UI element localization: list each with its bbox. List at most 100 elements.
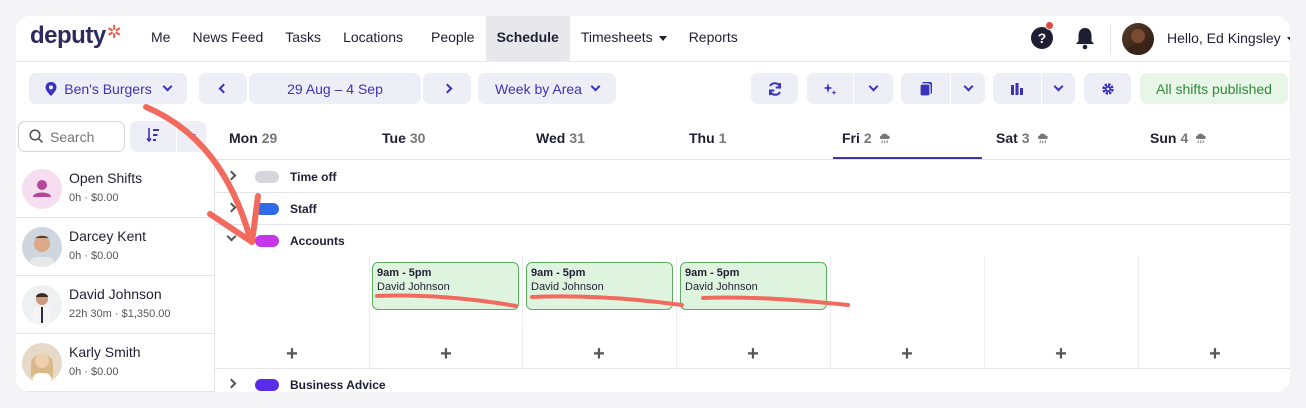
refresh-button[interactable] (751, 73, 798, 104)
avatar (22, 343, 62, 383)
shift-card[interactable]: 9am - 5pm David Johnson (372, 262, 519, 310)
next-week-button[interactable] (423, 73, 471, 104)
chevron-right-icon[interactable] (226, 170, 237, 181)
user-avatar[interactable] (1122, 23, 1154, 55)
add-shift-button[interactable]: + (1208, 344, 1222, 364)
day-number: 1 (718, 130, 727, 146)
day-number: 4 (1180, 130, 1189, 146)
nav-item-reports[interactable]: Reports (678, 16, 749, 62)
chevron-down-icon (590, 81, 601, 92)
deputy-logo[interactable]: deputy ✲ (30, 22, 122, 50)
publish-status[interactable]: All shifts published (1140, 73, 1288, 104)
app-window: deputy ✲ Me News Feed Tasks Locations Pe… (16, 16, 1290, 392)
day-header-wed[interactable]: Wed 31 (536, 130, 585, 146)
day-header-tue[interactable]: Tue 30 (382, 130, 425, 146)
add-shift-button[interactable]: + (1054, 344, 1068, 364)
sort-button[interactable] (130, 121, 206, 152)
day-header-sat[interactable]: Sat 3 (996, 130, 1050, 146)
area-row-business-advice[interactable]: Business Advice (215, 369, 1290, 392)
rain-cloud-icon (1037, 133, 1048, 144)
avatar (22, 227, 62, 267)
day-header-mon[interactable]: Mon 29 (229, 130, 277, 146)
chevron-down-icon (162, 81, 173, 92)
shift-card[interactable]: 9am - 5pm David Johnson (526, 262, 673, 310)
chevron-right-icon[interactable] (226, 202, 237, 213)
view-selector[interactable]: Week by Area (478, 73, 616, 104)
help-glyph: ? (1037, 30, 1047, 46)
employee-summary: 0h · $0.00 (69, 250, 119, 262)
day-header-sun[interactable]: Sun 4 (1150, 130, 1208, 146)
day-name: Mon (229, 130, 258, 146)
publish-status-label: All shifts published (1156, 80, 1272, 97)
prev-week-button[interactable] (199, 73, 247, 104)
rain-cloud-icon (1196, 133, 1207, 144)
day-column-divider (984, 256, 985, 368)
copy-icon (918, 81, 932, 97)
day-number: 31 (569, 130, 585, 146)
day-column-divider (676, 256, 677, 368)
settings-button[interactable] (1084, 73, 1131, 104)
day-name: Thu (689, 130, 715, 146)
date-range[interactable]: 29 Aug – 4 Sep (249, 73, 421, 104)
sort-icon[interactable] (130, 127, 176, 146)
nav-item-tasks[interactable]: Tasks (274, 16, 332, 62)
add-shift-button[interactable]: + (746, 344, 760, 364)
nav-item-me[interactable]: Me (140, 16, 181, 62)
auto-schedule-button[interactable] (807, 73, 853, 104)
location-selector[interactable]: Ben's Burgers (29, 73, 187, 104)
sort-menu[interactable] (176, 121, 206, 152)
nav-item-schedule[interactable]: Schedule (485, 16, 570, 62)
area-color-pill (255, 235, 279, 247)
nav-item-people[interactable]: People (420, 16, 486, 62)
chevron-down-icon (963, 81, 973, 92)
add-shift-button[interactable]: + (900, 344, 914, 364)
search-input[interactable] (50, 128, 120, 145)
nav-item-timesheets[interactable]: Timesheets (570, 16, 678, 62)
chevron-right-icon[interactable] (226, 378, 237, 389)
list-item[interactable]: Karly Smith 0h · $0.00 (16, 334, 215, 392)
nav-divider (1110, 24, 1111, 54)
bell-icon[interactable] (1074, 26, 1096, 50)
chevron-down-icon[interactable] (226, 231, 237, 242)
insights-button[interactable] (993, 73, 1041, 104)
templates-menu[interactable] (951, 73, 985, 104)
area-row-staff[interactable]: Staff (215, 193, 1290, 223)
chevron-down-icon (658, 35, 667, 41)
day-column-divider (369, 256, 370, 368)
employee-summary: 0h · $0.00 (69, 192, 119, 204)
add-shift-button[interactable]: + (285, 344, 299, 364)
day-header-fri[interactable]: Fri 2 (842, 130, 892, 146)
view-label: Week by Area (495, 80, 582, 97)
area-row-accounts[interactable]: Accounts (215, 225, 1290, 255)
list-item[interactable]: David Johnson 22h 30m · $1,350.00 (16, 276, 215, 334)
chevron-down-icon (1286, 36, 1290, 42)
nav-item-news-feed[interactable]: News Feed (181, 16, 274, 62)
day-column-divider (522, 256, 523, 368)
employee-summary: 22h 30m · $1,350.00 (69, 308, 171, 320)
employee-name: Open Shifts (69, 170, 143, 186)
logo-text: deputy (30, 22, 106, 49)
insights-menu[interactable] (1042, 73, 1075, 104)
day-number: 3 (1021, 130, 1030, 146)
open-shifts-avatar (22, 169, 62, 209)
help-button[interactable]: ? (1031, 27, 1053, 49)
gear-icon (1101, 82, 1114, 95)
add-shift-button[interactable]: + (592, 344, 606, 364)
nav-item-locations[interactable]: Locations (332, 16, 420, 62)
day-header-thu[interactable]: Thu 1 (689, 130, 726, 146)
shift-person: David Johnson (531, 281, 604, 293)
chevron-down-icon (1053, 81, 1064, 92)
notification-dot (1045, 21, 1054, 30)
area-row-time-off[interactable]: Time off (215, 161, 1290, 191)
search-box[interactable] (18, 121, 125, 152)
auto-schedule-menu[interactable] (854, 73, 893, 104)
templates-button[interactable] (901, 73, 950, 104)
day-column-divider (830, 256, 831, 368)
add-shift-button[interactable]: + (439, 344, 453, 364)
shift-card[interactable]: 9am - 5pm David Johnson (680, 262, 827, 310)
user-menu[interactable]: Hello, Ed Kingsley (1167, 30, 1290, 46)
shift-time: 9am - 5pm (685, 267, 740, 279)
list-item[interactable]: Darcey Kent 0h · $0.00 (16, 218, 215, 276)
shift-person: David Johnson (377, 281, 450, 293)
list-item[interactable]: Open Shifts 0h · $0.00 (16, 160, 215, 218)
